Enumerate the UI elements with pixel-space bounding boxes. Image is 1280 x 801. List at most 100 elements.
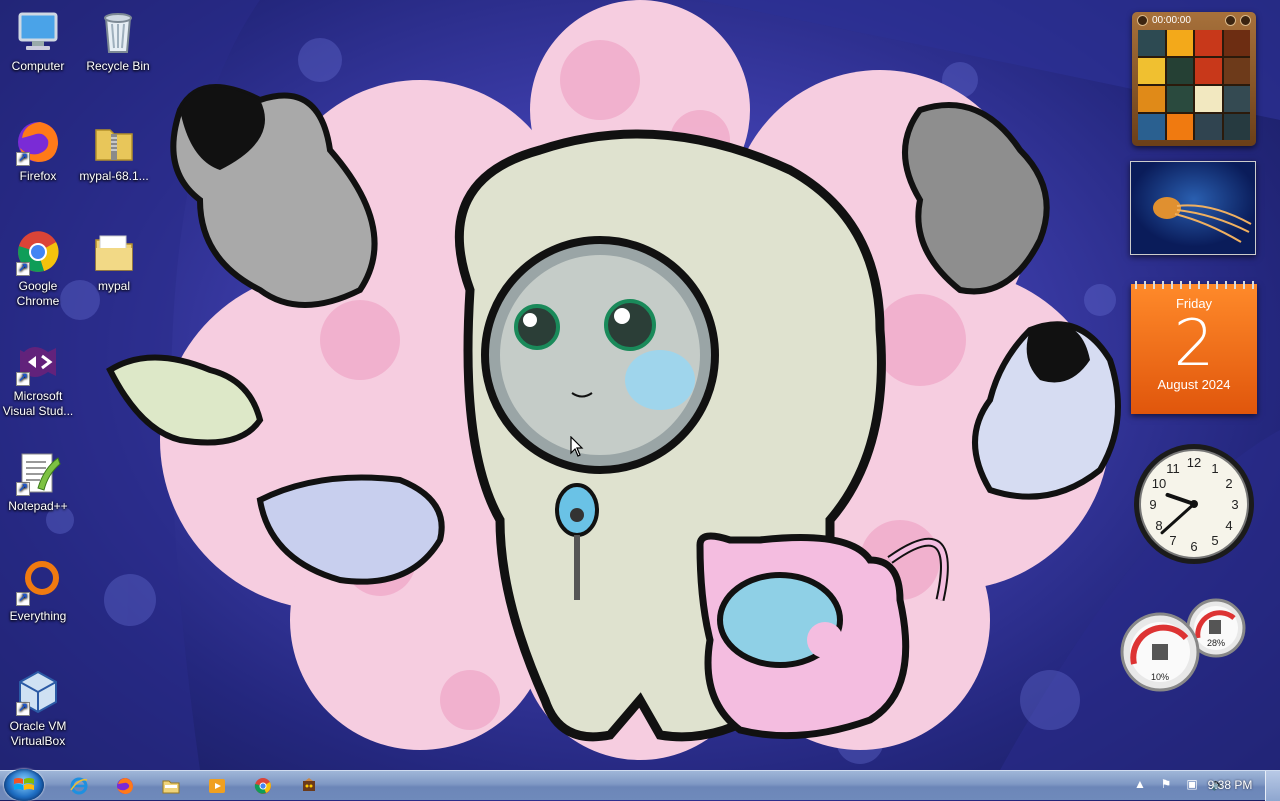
desktop-icon-label: mypal	[97, 279, 130, 293]
puzzle-tile[interactable]	[1138, 58, 1165, 84]
svg-text:1: 1	[1211, 461, 1218, 476]
action-center-flag-icon[interactable]: ⚑	[1158, 776, 1174, 792]
desktop-icon-label: mypal-68.1...	[79, 169, 149, 183]
desktop-icon-computer[interactable]: Computer	[0, 8, 76, 74]
chrome-icon	[14, 228, 62, 276]
taskbar-chrome[interactable]	[244, 773, 282, 799]
desktop-wallpaper	[0, 0, 1280, 770]
show-hidden-icons-button[interactable]: ▲	[1132, 776, 1148, 792]
desktop-icon-mypal-zip[interactable]: mypal-68.1...	[73, 118, 155, 184]
puzzle-toolbar: 00:00:00	[1132, 12, 1256, 28]
desktop-icon-label: Everything	[9, 609, 67, 623]
shortcut-arrow-icon	[16, 150, 30, 166]
desktop-icon-label: Google Chrome	[16, 279, 60, 308]
desktop-icon-recycle-bin[interactable]: Recycle Bin	[80, 8, 156, 74]
puzzle-tile[interactable]	[1138, 86, 1165, 112]
desktop-icon-label: Recycle Bin	[86, 59, 150, 73]
puzzle-tile[interactable]	[1166, 86, 1193, 112]
svg-text:4: 4	[1225, 518, 1232, 533]
slideshow-gadget[interactable]	[1130, 161, 1256, 255]
notepad-plus-plus-icon	[14, 448, 62, 496]
svg-text:7: 7	[1169, 533, 1176, 548]
desktop-icon-everything[interactable]: Everything	[0, 558, 76, 624]
puzzle-tile[interactable]	[1223, 30, 1250, 56]
desktop-icon-label: Oracle VM VirtualBox	[9, 719, 67, 748]
jellyfish-photo	[1131, 162, 1255, 254]
shortcut-arrow-icon	[16, 260, 30, 276]
network-icon[interactable]: ▣	[1184, 776, 1200, 792]
firefox-icon	[117, 778, 133, 794]
clock-gadget[interactable]: 12 1 2 345 678 9 10 11	[1131, 441, 1257, 567]
media-player-icon	[209, 779, 225, 793]
desktop-icon-mypal-folder[interactable]: mypal	[73, 228, 155, 294]
calendar-day: 2	[1173, 307, 1215, 381]
puzzle-tile[interactable]	[1195, 58, 1222, 84]
puzzle-tile[interactable]	[1195, 30, 1222, 56]
puzzle-tile[interactable]	[1223, 86, 1250, 112]
puzzle-tile[interactable]	[1138, 114, 1165, 140]
taskbar: ▲ ⚑ ▣ 🔈 9:38 PM	[0, 769, 1280, 801]
taskbar-game[interactable]	[290, 773, 328, 799]
virtualbox-icon	[14, 668, 62, 716]
puzzle-tile[interactable]	[1195, 114, 1222, 140]
svg-text:2: 2	[1225, 476, 1232, 491]
show-desktop-button[interactable]	[1265, 771, 1280, 801]
folder-icon	[90, 228, 138, 276]
puzzle-board	[1138, 30, 1250, 140]
desktop-icon-label: Firefox	[19, 169, 57, 183]
zip-folder-icon	[90, 118, 138, 166]
shortcut-arrow-icon	[16, 480, 30, 496]
taskbar-media-player[interactable]	[198, 773, 236, 799]
visual-studio-icon	[14, 338, 62, 386]
svg-text:11: 11	[1166, 461, 1180, 476]
mouse-cursor-icon	[570, 436, 584, 457]
everything-search-icon	[14, 558, 62, 606]
taskbar-internet-explorer[interactable]	[60, 773, 98, 799]
desktop-icon-virtualbox[interactable]: Oracle VM VirtualBox	[0, 668, 76, 749]
desktop-icon-label: Microsoft Visual Stud...	[2, 389, 74, 418]
game-icon	[303, 778, 315, 791]
puzzle-tile[interactable]	[1223, 58, 1250, 84]
puzzle-solve-button[interactable]	[1240, 14, 1251, 26]
desktop-icon-label: Notepad++	[8, 499, 68, 513]
shortcut-arrow-icon	[16, 370, 30, 386]
cpu-usage-label: 10%	[1151, 672, 1169, 682]
puzzle-hint-button[interactable]	[1225, 14, 1236, 26]
calendar-binding	[1131, 281, 1257, 289]
svg-text:3: 3	[1231, 497, 1238, 512]
start-button[interactable]	[4, 769, 44, 801]
puzzle-tile[interactable]	[1195, 86, 1222, 112]
taskbar-clock[interactable]: 9:38 PM	[1200, 778, 1260, 792]
puzzle-tile[interactable]	[1166, 30, 1193, 56]
calendar-month-year: August 2024	[1157, 377, 1231, 392]
puzzle-tile[interactable]	[1166, 114, 1193, 140]
chrome-icon	[254, 778, 271, 794]
cpu-meter-gadget[interactable]: 28% 10%	[1118, 598, 1248, 692]
internet-explorer-icon	[70, 777, 88, 795]
puzzle-tile[interactable]	[1166, 58, 1193, 84]
desktop-icon-visual-studio[interactable]: Microsoft Visual Stud...	[0, 338, 76, 419]
taskbar-file-explorer[interactable]	[152, 773, 190, 799]
svg-text:8: 8	[1155, 518, 1162, 533]
memory-usage-label: 28%	[1207, 638, 1225, 648]
svg-text:5: 5	[1211, 533, 1218, 548]
taskbar-firefox[interactable]	[106, 773, 144, 799]
windows-logo-icon	[14, 778, 34, 790]
computer-icon	[14, 8, 62, 56]
puzzle-timer-toggle[interactable]	[1137, 14, 1148, 26]
svg-text:12: 12	[1187, 455, 1201, 470]
puzzle-tile[interactable]	[1138, 30, 1165, 56]
file-explorer-icon	[162, 780, 180, 794]
shortcut-arrow-icon	[16, 700, 30, 716]
puzzle-tile[interactable]	[1223, 114, 1250, 140]
svg-text:10: 10	[1152, 476, 1166, 491]
desktop-icon-firefox[interactable]: Firefox	[0, 118, 76, 184]
puzzle-timer: 00:00:00	[1152, 14, 1191, 26]
picture-puzzle-gadget[interactable]: 00:00:00	[1132, 12, 1256, 146]
calendar-gadget[interactable]: Friday 2 August 2024	[1131, 281, 1257, 414]
desktop-icon-notepad-plus-plus[interactable]: Notepad++	[0, 448, 76, 514]
shortcut-arrow-icon	[16, 590, 30, 606]
recycle-bin-icon	[94, 8, 142, 56]
firefox-icon	[14, 118, 62, 166]
desktop-icon-google-chrome[interactable]: Google Chrome	[0, 228, 76, 309]
